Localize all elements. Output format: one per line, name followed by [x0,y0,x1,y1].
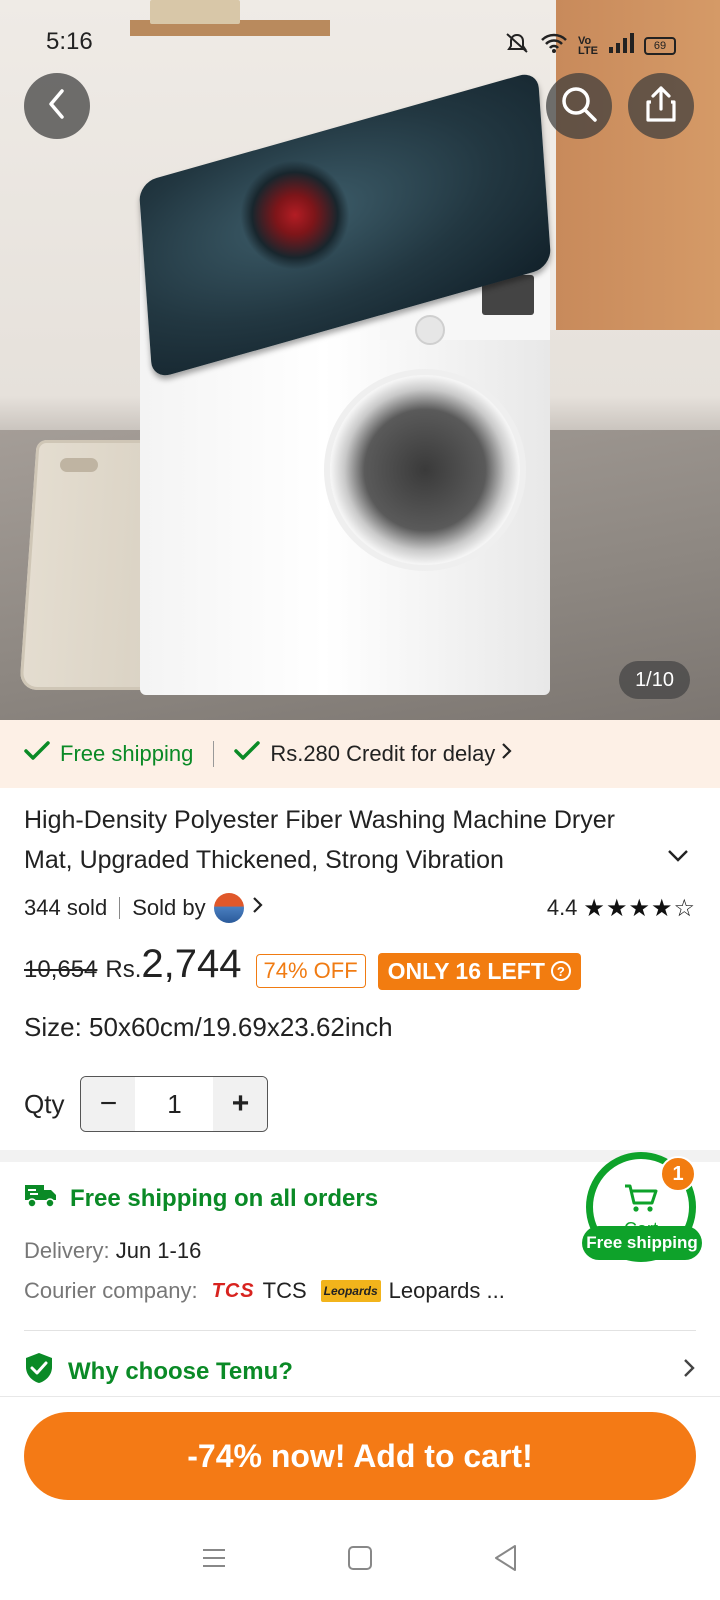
product-image[interactable] [0,0,720,720]
search-button[interactable] [546,73,612,139]
cart-free-shipping-badge: Free shipping [582,1226,702,1260]
sold-by-label: Sold by [132,895,206,920]
chevron-down-icon [668,850,688,862]
shipping-benefits-strip[interactable]: Free shipping Rs.280 Credit for delay [0,720,720,788]
chevron-right-icon[interactable] [252,895,264,921]
mute-icon [504,32,530,59]
shield-check-icon [24,1352,54,1391]
stock-badge[interactable]: ONLY 16 LEFT ? [377,952,581,990]
product-page: 5:16 Vo LTE 69 1/10 Free shipping Rs.280… [0,0,720,1600]
cart-icon [623,1183,659,1218]
delivery-label: Delivery: [24,1238,110,1263]
status-time: 5:16 [46,28,93,55]
size-value: 50x60cm/19.69x23.62inch [89,1012,393,1042]
quantity-stepper: − 1 + [80,1076,269,1132]
divider [24,1330,696,1331]
original-price: 10,654 [24,956,98,983]
why-choose-label: Why choose Temu? [68,1357,293,1385]
image-washer-dial [415,315,445,345]
size-row[interactable]: Size: 50x60cm/19.69x23.62inch [24,1012,393,1043]
qty-label: Qty [24,1088,65,1119]
wifi-icon [540,32,568,59]
image-mat-print [240,160,350,270]
decrease-qty-button[interactable]: − [81,1077,136,1131]
status-icons: Vo LTE 69 [504,32,676,59]
status-bar: 5:16 Vo LTE 69 [0,24,720,64]
image-bin-handle [60,458,98,472]
courier-label: Courier company: [24,1278,198,1303]
chevron-right-icon [501,741,513,767]
title-fade [560,842,630,882]
credit-for-delay-text: Rs.280 Credit for delay [270,741,496,766]
free-shipping-title: Free shipping on all orders [70,1184,379,1212]
search-icon [559,84,599,129]
product-meta-row: 344 sold Sold by 4.4 ★★★★☆ [24,890,696,926]
cart-count-badge: 1 [660,1156,696,1192]
volte-icon: Vo LTE [578,34,598,57]
currency-label: Rs. [105,956,142,983]
courier-row: Courier company: TCS TCS Leopards Leopar… [24,1278,505,1304]
image-counter: 1/10 [619,661,690,699]
discount-badge: 74% OFF [255,954,366,988]
add-to-cart-button[interactable]: -74% now! Add to cart! [24,1412,696,1500]
back-arrow-icon [43,87,71,126]
image-basket [150,0,240,24]
check-icon [234,740,261,768]
back-icon[interactable] [493,1544,519,1577]
free-shipping-header[interactable]: Free shipping on all orders [24,1182,378,1215]
star-rating-icon: ★★★★☆ [583,894,696,922]
sold-count: 344 sold [24,895,108,920]
increase-qty-button[interactable]: + [213,1077,268,1131]
sale-price: 2,744 [141,942,242,986]
help-icon: ? [550,961,571,981]
menu-icon[interactable] [201,1547,227,1574]
rating-value: 4.4 [546,895,578,920]
delivery-row: Delivery: Jun 1-16 [24,1238,201,1264]
share-button[interactable] [628,73,694,139]
divider [0,1396,720,1397]
leopards-logo: Leopards [320,1280,381,1302]
price-row: 10,654 Rs. 2,744 74% OFF ONLY 16 LEFT ? [24,942,581,1000]
free-shipping-text: Free shipping [60,741,194,766]
image-washer-door [330,375,520,565]
back-button[interactable] [24,73,90,139]
battery-icon: 69 [644,36,676,55]
divider [119,897,121,919]
home-icon[interactable] [347,1545,373,1576]
seller-logo[interactable] [213,893,244,923]
expand-title-button[interactable] [666,848,690,869]
tcs-name: TCS [262,1278,307,1303]
rating[interactable]: 4.4 ★★★★☆ [547,894,696,923]
qty-value[interactable]: 1 [135,1077,214,1131]
share-icon [643,85,679,128]
leopards-name: Leopards ... [388,1278,505,1303]
why-choose-temu-row[interactable]: Why choose Temu? [24,1352,696,1391]
system-nav-bar [0,1520,720,1600]
delivery-value: Jun 1-16 [115,1238,202,1263]
chevron-right-icon [682,1357,696,1386]
check-icon [24,740,50,768]
size-label: Size: [24,1012,82,1042]
divider [213,741,215,767]
truck-icon [24,1182,58,1215]
quantity-row: Qty − 1 + [24,1076,269,1132]
product-title: High-Density Polyester Fiber Washing Mac… [24,806,615,874]
signal-icon [608,33,634,58]
tcs-logo: TCS [211,1279,255,1302]
stock-text: ONLY 16 LEFT [387,957,545,984]
